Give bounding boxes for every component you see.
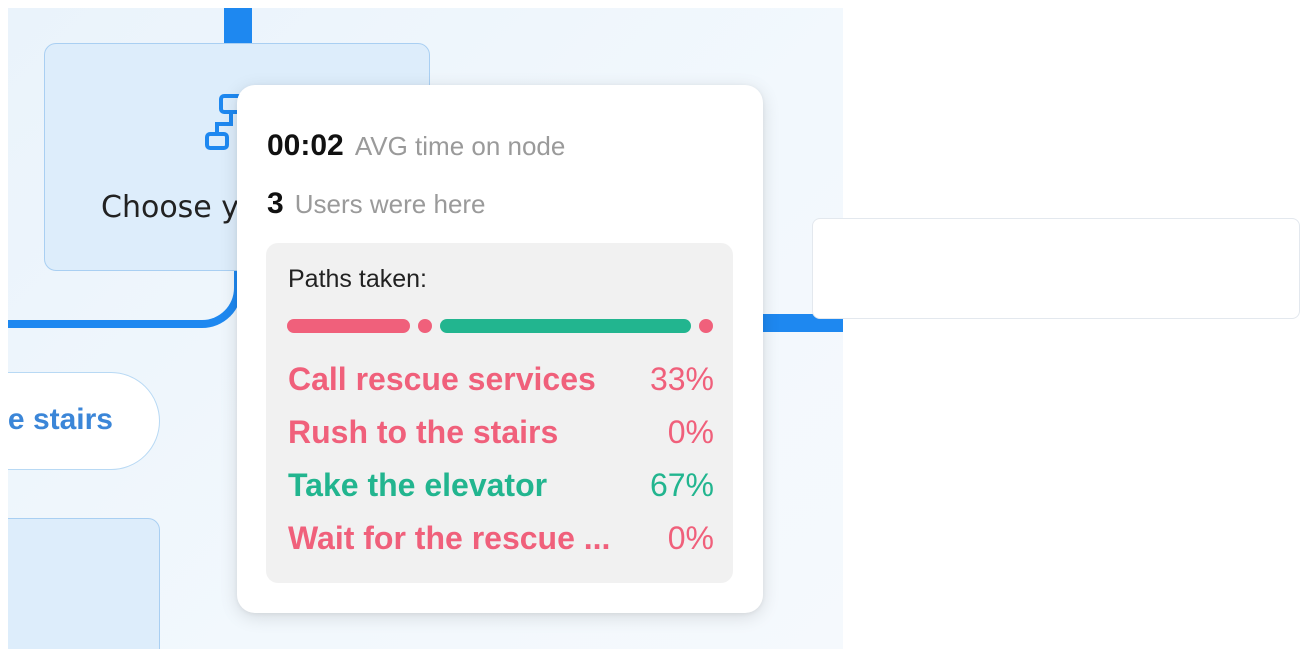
users-stat: 3 Users were here <box>267 187 486 221</box>
path-bar-segment <box>440 319 691 333</box>
path-percent: 0% <box>667 520 714 556</box>
avg-time-label: AVG time on node <box>354 131 566 161</box>
path-name: Rush to the stairs <box>288 414 559 450</box>
node-stats-tooltip: 00:02 AVG time on node 3 Users were here… <box>237 85 763 613</box>
paths-title: Paths taken: <box>288 265 427 293</box>
path-name: Wait for the rescue ... <box>288 520 611 556</box>
users-label: Users were here <box>294 189 486 219</box>
path-item: Call rescue services 33% <box>288 361 714 414</box>
users-count: 3 <box>267 187 284 220</box>
path-bar-segment <box>418 319 432 333</box>
path-name: Take the elevator <box>288 467 548 503</box>
path-percent: 33% <box>649 361 714 397</box>
paths-distribution-bar <box>287 319 713 333</box>
side-panel-box <box>812 218 1300 319</box>
option-pill-label: e stairs <box>8 403 113 436</box>
node-label: Choose y <box>101 190 240 225</box>
connector-line <box>224 8 252 46</box>
path-item: Wait for the rescue ... 0% <box>288 520 714 573</box>
path-item: Rush to the stairs 0% <box>288 414 714 467</box>
flow-node[interactable] <box>8 518 160 649</box>
paths-panel: Paths taken: Call rescue services 33% Rush… <box>266 243 733 583</box>
flow-editor: Choose y e stairs 00:02 AVG time on node… <box>0 0 1309 649</box>
path-item: Take the elevator 67% <box>288 467 714 520</box>
avg-time-value: 00:02 <box>267 129 344 162</box>
path-percent: 67% <box>649 467 714 503</box>
option-pill[interactable]: e stairs <box>8 372 160 470</box>
path-percent: 0% <box>667 414 714 450</box>
path-name: Call rescue services <box>288 361 596 397</box>
path-bar-segment <box>287 319 410 333</box>
paths-list: Call rescue services 33% Rush to the stair… <box>288 361 714 573</box>
avg-time-stat: 00:02 AVG time on node <box>267 129 565 163</box>
path-bar-segment <box>699 319 713 333</box>
